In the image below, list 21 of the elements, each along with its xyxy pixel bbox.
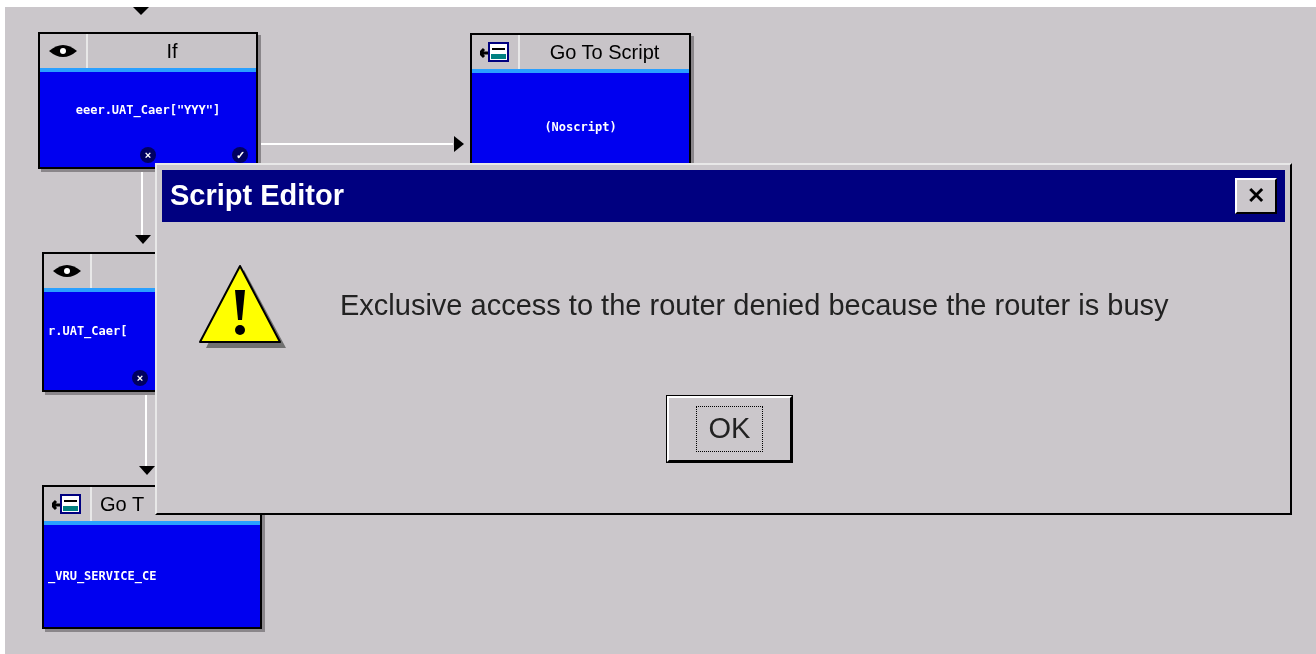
close-button[interactable]: ✕ xyxy=(1235,178,1277,214)
script-node[interactable]: Go T _VRU_SERVICE_CE xyxy=(42,485,262,629)
eye-icon xyxy=(52,263,82,279)
script-node[interactable]: If eeer.UAT_Caer["YYY"] × ✓ xyxy=(38,32,258,169)
node-expression: (Noscript) xyxy=(544,119,617,136)
exit-port[interactable]: × xyxy=(140,147,156,163)
script-icon xyxy=(52,493,82,515)
error-message: Exclusive access to the router denied because the router is busy xyxy=(340,288,1169,324)
node-expression: r.UAT_Caer[ xyxy=(48,323,128,340)
eye-icon xyxy=(48,43,78,59)
script-node[interactable]: r.UAT_Caer[ × xyxy=(42,252,158,392)
window-title: Script Editor xyxy=(170,178,344,214)
node-expression: _VRU_SERVICE_CE xyxy=(48,568,157,585)
exit-port[interactable]: × xyxy=(132,370,148,386)
node-title: Go T xyxy=(100,492,145,517)
node-expression: eeer.UAT_Caer["YYY"] xyxy=(75,101,221,119)
ok-button[interactable]: OK xyxy=(667,396,792,462)
node-title: Go To Script xyxy=(549,40,660,65)
exit-port[interactable]: ✓ xyxy=(232,147,248,163)
node-title: If xyxy=(166,39,178,64)
script-icon xyxy=(480,41,510,63)
